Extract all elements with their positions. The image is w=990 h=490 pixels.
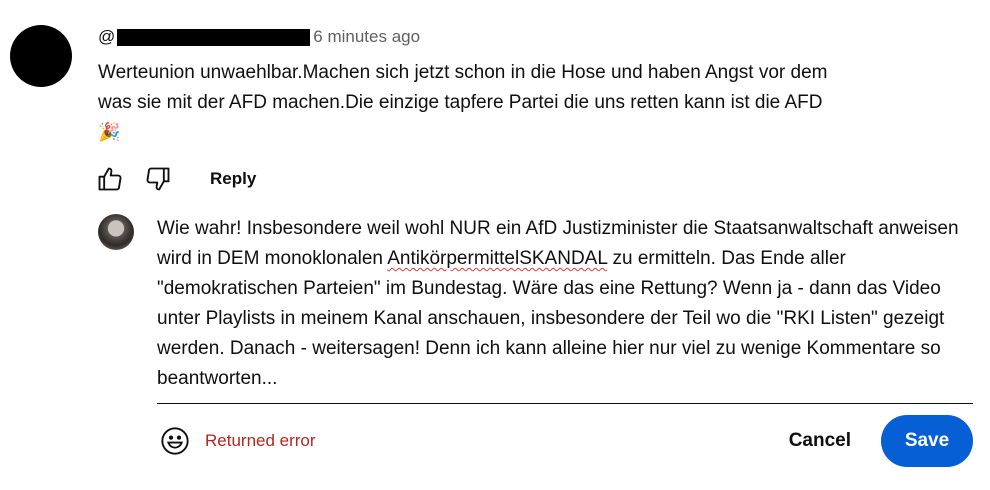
comment: @ 6 minutes ago Werteunion unwaehlbar.Ma… [98, 26, 918, 146]
reply-button[interactable]: Reply [210, 169, 256, 189]
misspelled-word[interactable]: AntikörpermittelSKANDAL [387, 248, 607, 269]
comment-text: Werteunion unwaehlbar.Machen sich jetzt … [98, 62, 828, 113]
reply-editor-footer: Returned error Cancel Save [157, 414, 973, 468]
comment-actions: Reply [94, 162, 256, 196]
cancel-button[interactable]: Cancel [759, 415, 881, 467]
comment-timestamp[interactable]: 6 minutes ago [313, 27, 420, 47]
save-button[interactable]: Save [881, 415, 973, 467]
reply-input[interactable]: Wie wahr! Insbesondere weil wohl NUR ein… [157, 214, 973, 404]
reply-editor[interactable]: Wie wahr! Insbesondere weil wohl NUR ein… [157, 214, 973, 404]
party-popper-emoji: 🎉 [98, 122, 121, 142]
emoji-picker-button[interactable] [157, 423, 193, 459]
like-button[interactable] [94, 163, 126, 195]
dislike-button[interactable] [142, 163, 174, 195]
thumbs-down-icon [146, 167, 170, 191]
thumbs-up-icon [98, 167, 122, 191]
author-handle[interactable]: @ [98, 27, 115, 47]
reply-user-avatar [98, 214, 134, 250]
commenter-avatar[interactable] [10, 25, 72, 87]
redacted-username [117, 28, 311, 46]
smiley-face-icon [161, 427, 189, 455]
reply-text-after: zu ermitteln. Das Ende aller "demokratis… [157, 248, 945, 389]
comment-meta: @ 6 minutes ago [98, 26, 918, 48]
error-message: Returned error [205, 431, 316, 450]
